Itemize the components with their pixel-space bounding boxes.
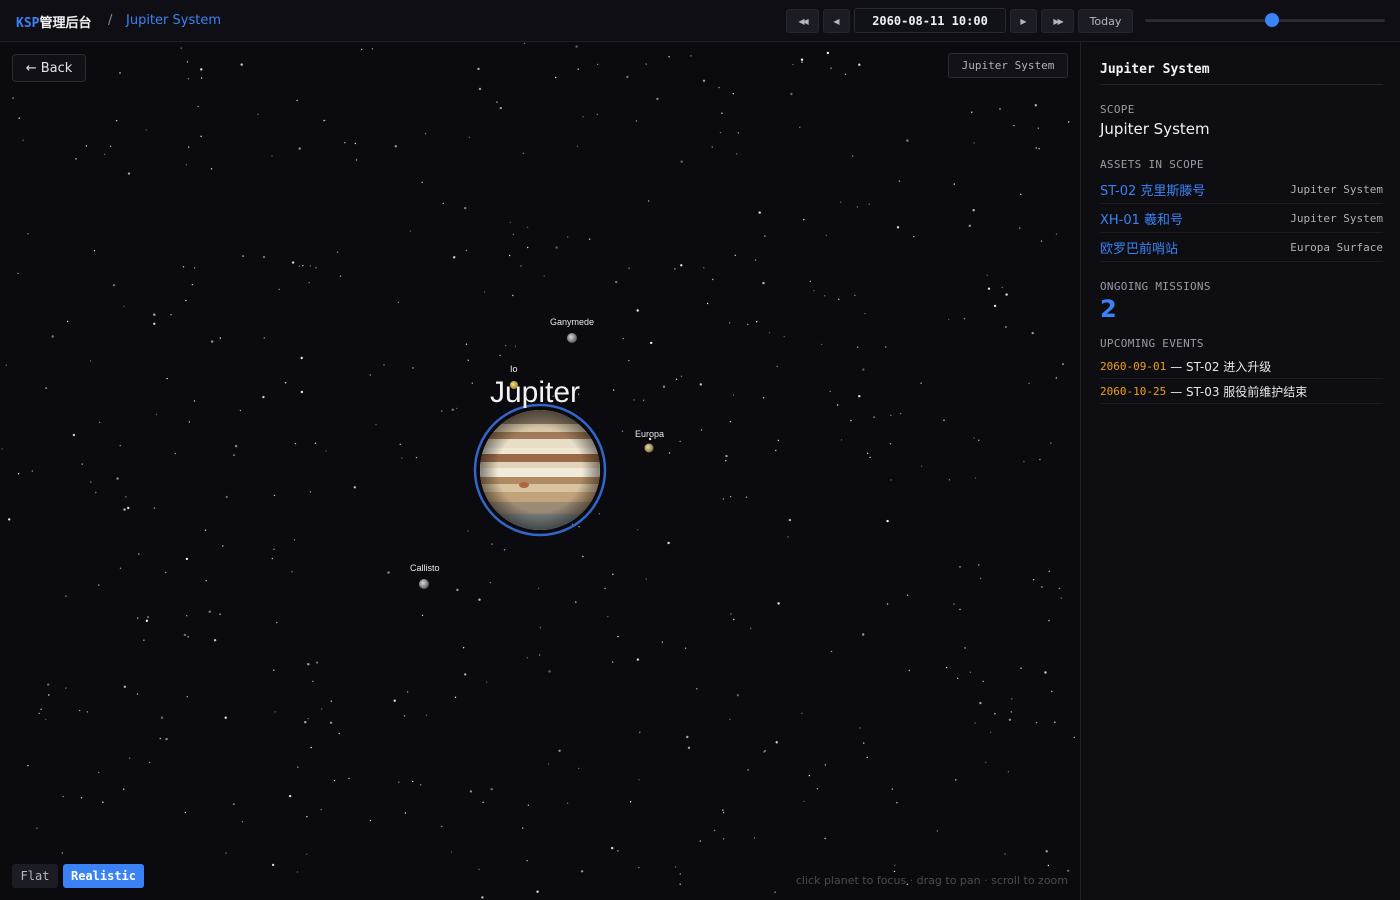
asset-row[interactable]: XH-01 羲和号 Jupiter System — [1100, 204, 1383, 233]
moon-label-ganymede: Ganymede — [550, 317, 595, 327]
asset-row[interactable]: 欧罗巴前哨站 Europa Surface — [1100, 233, 1383, 262]
rewind-fast-icon: ◀◀ — [798, 16, 808, 26]
forward-button[interactable]: ▶ — [1010, 9, 1037, 33]
event-text: — ST-03 服役前维护结束 — [1170, 384, 1308, 399]
navigation-hint: click planet to focus · drag to pan · sc… — [795, 874, 1068, 887]
asset-link[interactable]: ST-02 克里斯滕号 — [1100, 180, 1205, 199]
scope-tag: Jupiter System — [948, 53, 1068, 78]
forward-icon: ▶ — [1020, 16, 1027, 26]
brand-title: 管理后台 — [39, 16, 92, 31]
back-button[interactable]: ← Back — [12, 54, 86, 82]
asset-location: Europa Surface — [1290, 240, 1383, 254]
top-bar: KSP管理后台 / Jupiter System ◀◀ ◀ 2060-08-11… — [0, 0, 1400, 42]
ganymede-moon[interactable] — [567, 333, 577, 343]
info-panel: Jupiter System SCOPE Jupiter System ASSE… — [1080, 42, 1400, 900]
event-row: 2060-10-25 — ST-03 服役前维护结束 — [1100, 379, 1383, 404]
jupiter-planet[interactable] — [473, 403, 607, 537]
forward-fast-button[interactable]: ▶▶ — [1041, 9, 1074, 33]
space-view[interactable]: Ganymede Io Europa Callisto Jupiter ← Ba… — [0, 42, 1080, 900]
scope-value: Jupiter System — [1100, 120, 1210, 138]
events-list: 2060-09-01 — ST-02 进入升级 2060-10-25 — ST-… — [1100, 354, 1383, 404]
europa-moon[interactable] — [644, 443, 654, 453]
asset-location: Jupiter System — [1290, 182, 1383, 196]
rewind-icon: ◀ — [833, 16, 840, 26]
event-date: 2060-10-25 — [1100, 384, 1167, 398]
brand-accent: KSP — [16, 16, 40, 31]
moon-label-callisto: Callisto — [410, 563, 440, 573]
panel-title: Jupiter System — [1100, 62, 1383, 85]
event-date: 2060-09-01 — [1100, 359, 1167, 373]
event-text: — ST-02 进入升级 — [1170, 359, 1272, 374]
assets-section-label: ASSETS IN SCOPE — [1100, 158, 1204, 171]
events-section-label: UPCOMING EVENTS — [1100, 337, 1204, 350]
callisto-moon[interactable] — [419, 579, 429, 589]
breadcrumb-current[interactable]: Jupiter System — [126, 13, 221, 28]
today-button[interactable]: Today — [1078, 9, 1133, 33]
moon-label-europa: Europa — [635, 429, 665, 439]
scope-section-label: SCOPE — [1100, 103, 1135, 116]
planet-label: Jupiter — [490, 376, 581, 409]
rewind-button[interactable]: ◀ — [823, 9, 850, 33]
assets-list: ST-02 克里斯滕号 Jupiter System XH-01 羲和号 Jup… — [1100, 175, 1383, 262]
system-map — [419, 333, 654, 589]
rewind-fast-button[interactable]: ◀◀ — [786, 9, 819, 33]
missions-section-label: ONGOING MISSIONS — [1100, 280, 1211, 293]
asset-row[interactable]: ST-02 克里斯滕号 Jupiter System — [1100, 175, 1383, 204]
missions-count: 2 — [1100, 295, 1117, 323]
moon-label-io: Io — [510, 364, 518, 374]
forward-fast-icon: ▶▶ — [1053, 16, 1063, 26]
time-slider-thumb[interactable] — [1265, 13, 1280, 27]
today-label: Today — [1089, 14, 1122, 28]
asset-location: Jupiter System — [1290, 211, 1383, 225]
flat-mode-button[interactable]: Flat — [12, 864, 58, 888]
asset-link[interactable]: XH-01 羲和号 — [1100, 209, 1183, 228]
asset-link[interactable]: 欧罗巴前哨站 — [1100, 238, 1178, 257]
event-row: 2060-09-01 — ST-02 进入升级 — [1100, 354, 1383, 379]
realistic-mode-button[interactable]: Realistic — [63, 864, 144, 888]
breadcrumb-separator: / — [108, 13, 113, 28]
datetime-field[interactable]: 2060-08-11 10:00 — [854, 8, 1006, 33]
brand-logo[interactable]: KSP管理后台 — [16, 12, 92, 31]
